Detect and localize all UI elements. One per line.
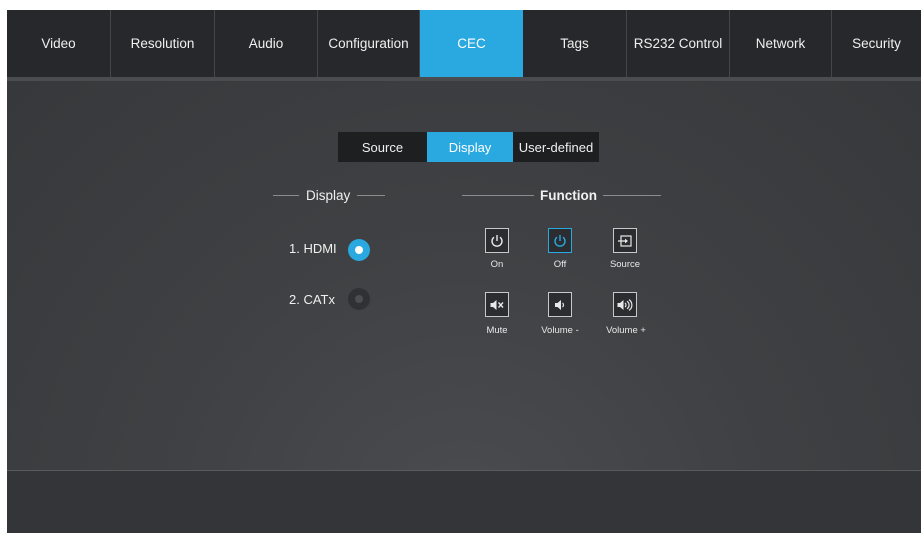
cec-off-label: Off bbox=[553, 259, 567, 270]
cec-on-label: On bbox=[490, 259, 504, 270]
display-option-hdmi-radio[interactable] bbox=[348, 239, 370, 261]
volume-up-icon bbox=[617, 298, 633, 311]
cec-mute-button[interactable] bbox=[485, 292, 509, 317]
tab-network[interactable]: Network bbox=[730, 10, 832, 77]
mute-icon bbox=[490, 299, 504, 310]
title-rule-left bbox=[273, 195, 299, 196]
cec-volume-down-label: Volume - bbox=[541, 325, 579, 336]
power-icon bbox=[491, 234, 503, 247]
power-icon bbox=[554, 234, 566, 247]
cec-source-label: Source bbox=[609, 259, 641, 270]
cec-source-button[interactable] bbox=[613, 228, 637, 253]
cec-mute-label: Mute bbox=[486, 325, 508, 336]
tab-cec[interactable]: CEC bbox=[420, 10, 523, 77]
volume-down-icon bbox=[555, 299, 565, 310]
subtab-display[interactable]: Display bbox=[427, 132, 513, 162]
cec-on-button[interactable] bbox=[485, 228, 509, 253]
tab-configuration[interactable]: Configuration bbox=[318, 10, 420, 77]
title-rule-right bbox=[603, 195, 661, 196]
tab-resolution[interactable]: Resolution bbox=[111, 10, 215, 77]
display-option-hdmi-label: 1. HDMI bbox=[289, 241, 337, 256]
function-section-title: Function bbox=[462, 188, 661, 203]
source-input-icon bbox=[618, 234, 632, 247]
display-title-text: Display bbox=[306, 188, 351, 203]
cec-subtabs: Source Display User-defined bbox=[338, 132, 599, 162]
cec-volume-up-label: Volume + bbox=[606, 325, 646, 336]
tab-rs232-control[interactable]: RS232 Control bbox=[627, 10, 730, 77]
tab-audio[interactable]: Audio bbox=[215, 10, 318, 77]
subtab-source[interactable]: Source bbox=[338, 132, 427, 162]
display-option-catx-radio[interactable] bbox=[348, 288, 370, 310]
cec-volume-down-button[interactable] bbox=[548, 292, 572, 317]
display-option-catx-label: 2. CATx bbox=[289, 292, 335, 307]
title-rule-left bbox=[462, 195, 534, 196]
tab-tags[interactable]: Tags bbox=[523, 10, 627, 77]
tab-video[interactable]: Video bbox=[7, 10, 111, 77]
cec-off-button[interactable] bbox=[548, 228, 572, 253]
title-rule-right bbox=[357, 195, 386, 196]
subtab-user-defined[interactable]: User-defined bbox=[513, 132, 599, 162]
cec-panel: Source Display User-defined Display 1. H… bbox=[7, 81, 921, 470]
app-frame: Video Resolution Audio Configuration CEC… bbox=[7, 10, 921, 533]
footer-bar bbox=[7, 471, 921, 533]
tab-security[interactable]: Security bbox=[832, 10, 921, 77]
cec-volume-up-button[interactable] bbox=[613, 292, 637, 317]
main-nav: Video Resolution Audio Configuration CEC… bbox=[7, 10, 921, 77]
function-title-text: Function bbox=[540, 188, 597, 203]
display-section-title: Display bbox=[273, 188, 386, 203]
